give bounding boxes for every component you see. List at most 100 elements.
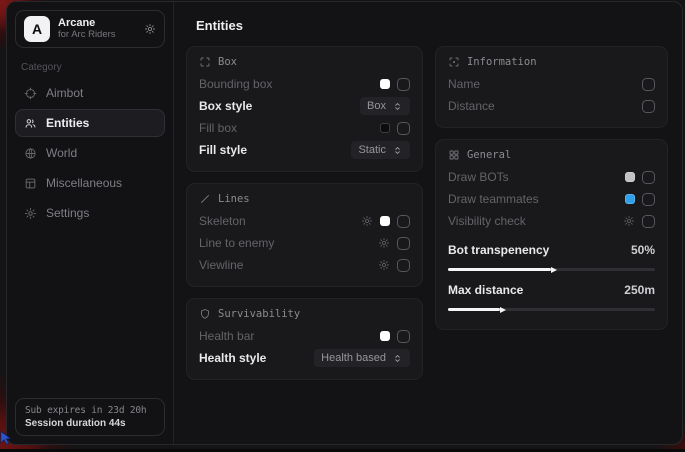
fill-style-dropdown[interactable]: Static xyxy=(351,141,410,159)
setting-label: Name xyxy=(448,77,480,91)
distance-checkbox[interactable] xyxy=(642,100,655,113)
chevrons-up-down-icon xyxy=(392,101,403,112)
panel-survivability: Survivability Health bar Health style He… xyxy=(186,298,423,380)
skeleton-gear-icon[interactable] xyxy=(361,215,373,227)
sidebar-item-settings[interactable]: Settings xyxy=(15,199,165,227)
sidebar-item-label: Settings xyxy=(46,206,89,220)
app-brand: A Arcane for Arc Riders xyxy=(15,10,165,48)
setting-label: Fill box xyxy=(199,121,237,135)
layout-icon xyxy=(24,177,37,190)
line-to-enemy-checkbox[interactable] xyxy=(397,237,410,250)
left-column: Box Bounding box Box style Box xyxy=(186,46,423,391)
setting-row-line-to-enemy: Line to enemy xyxy=(199,232,410,254)
crosshair-icon xyxy=(24,87,37,100)
sidebar-item-world[interactable]: World xyxy=(15,139,165,167)
dropdown-value: Box xyxy=(367,100,386,112)
viewline-gear-icon[interactable] xyxy=(378,259,390,271)
setting-label: Viewline xyxy=(199,258,243,272)
health-bar-checkbox[interactable] xyxy=(397,330,410,343)
sidebar-item-label: Entities xyxy=(46,116,89,130)
setting-label: Health bar xyxy=(199,329,254,343)
brand-text: Arcane for Arc Riders xyxy=(58,17,116,41)
info-scan-icon xyxy=(448,56,460,68)
setting-label: Fill style xyxy=(199,143,247,157)
globe-icon xyxy=(24,147,37,160)
gear-icon xyxy=(24,207,37,220)
session-duration-text: Session duration 44s xyxy=(25,418,155,429)
setting-row-draw-bots: Draw BOTs xyxy=(448,166,655,188)
diagonal-line-icon xyxy=(199,193,211,205)
sidebar-nav: Aimbot Entities World Miscellaneous xyxy=(15,79,165,229)
health-bar-color-swatch[interactable] xyxy=(380,331,390,341)
skeleton-color-swatch[interactable] xyxy=(380,216,390,226)
category-label: Category xyxy=(21,62,159,73)
draw-bots-checkbox[interactable] xyxy=(642,171,655,184)
skeleton-checkbox[interactable] xyxy=(397,215,410,228)
main-content: Entities Box Bounding box xyxy=(174,2,682,444)
draw-teammates-color-swatch[interactable] xyxy=(625,194,635,204)
panel-box: Box Bounding box Box style Box xyxy=(186,46,423,172)
app-window: A Arcane for Arc Riders Category Aimbot xyxy=(6,1,683,445)
sidebar-item-label: Aimbot xyxy=(46,86,83,100)
bounding-box-color-swatch[interactable] xyxy=(380,79,390,89)
brand-gear-icon[interactable] xyxy=(144,23,156,35)
grid-icon xyxy=(448,149,460,161)
setting-label: Line to enemy xyxy=(199,236,274,250)
setting-row-distance: Distance xyxy=(448,95,655,117)
panel-general-header: General xyxy=(448,149,655,161)
setting-row-viewline: Viewline xyxy=(199,254,410,276)
slider-value: 50% xyxy=(631,243,655,257)
health-style-dropdown[interactable]: Health based xyxy=(314,349,410,367)
setting-row-visibility-check: Visibility check xyxy=(448,210,655,232)
setting-row-health-bar: Health bar xyxy=(199,325,410,347)
setting-label: Draw teammates xyxy=(448,192,539,206)
panel-lines: Lines Skeleton Line to enemy xyxy=(186,183,423,287)
line-to-enemy-gear-icon[interactable] xyxy=(378,237,390,249)
draw-teammates-checkbox[interactable] xyxy=(642,193,655,206)
panel-title: Information xyxy=(467,56,537,68)
slider-bot-transparency: Bot transpenency 50% xyxy=(448,239,655,271)
bot-transparency-slider-fill[interactable] xyxy=(448,268,552,271)
panel-information-header: Information xyxy=(448,56,655,68)
app-tagline: for Arc Riders xyxy=(58,30,116,41)
setting-label: Box style xyxy=(199,99,252,113)
slider-value: 250m xyxy=(624,283,655,297)
subscription-info: Sub expires in 23d 20h Session duration … xyxy=(15,398,165,436)
panel-title: Lines xyxy=(218,193,250,205)
sidebar-item-entities[interactable]: Entities xyxy=(15,109,165,137)
shield-icon xyxy=(199,308,211,320)
fill-box-checkbox[interactable] xyxy=(397,122,410,135)
box-style-dropdown[interactable]: Box xyxy=(360,97,410,115)
panel-columns: Box Bounding box Box style Box xyxy=(186,46,668,391)
viewline-checkbox[interactable] xyxy=(397,259,410,272)
dropdown-value: Health based xyxy=(321,352,386,364)
fill-box-color-swatch[interactable] xyxy=(380,123,390,133)
bounding-box-checkbox[interactable] xyxy=(397,78,410,91)
sidebar-item-miscellaneous[interactable]: Miscellaneous xyxy=(15,169,165,197)
sidebar-item-aimbot[interactable]: Aimbot xyxy=(15,79,165,107)
visibility-check-gear-icon[interactable] xyxy=(623,215,635,227)
setting-label: Visibility check xyxy=(448,214,526,228)
visibility-check-checkbox[interactable] xyxy=(642,215,655,228)
setting-row-skeleton: Skeleton xyxy=(199,210,410,232)
bot-transparency-slider-track[interactable] xyxy=(448,268,655,271)
setting-row-health-style: Health style Health based xyxy=(199,347,410,369)
max-distance-slider-track[interactable] xyxy=(448,308,655,311)
slider-max-distance: Max distance 250m xyxy=(448,279,655,311)
panel-lines-header: Lines xyxy=(199,193,410,205)
panel-box-header: Box xyxy=(199,56,410,68)
max-distance-slider-fill[interactable] xyxy=(448,308,500,311)
desktop-background: A Arcane for Arc Riders Category Aimbot xyxy=(0,0,685,449)
sidebar-item-label: Miscellaneous xyxy=(46,176,122,190)
setting-label: Draw BOTs xyxy=(448,170,509,184)
page-title: Entities xyxy=(196,18,668,33)
name-checkbox[interactable] xyxy=(642,78,655,91)
setting-row-box-style: Box style Box xyxy=(199,95,410,117)
setting-row-draw-teammates: Draw teammates xyxy=(448,188,655,210)
panel-title: Survivability xyxy=(218,308,300,320)
slider-label: Bot transpenency xyxy=(448,243,549,257)
setting-row-name: Name xyxy=(448,73,655,95)
panel-title: Box xyxy=(218,56,237,68)
draw-bots-color-swatch[interactable] xyxy=(625,172,635,182)
chevrons-up-down-icon xyxy=(392,353,403,364)
